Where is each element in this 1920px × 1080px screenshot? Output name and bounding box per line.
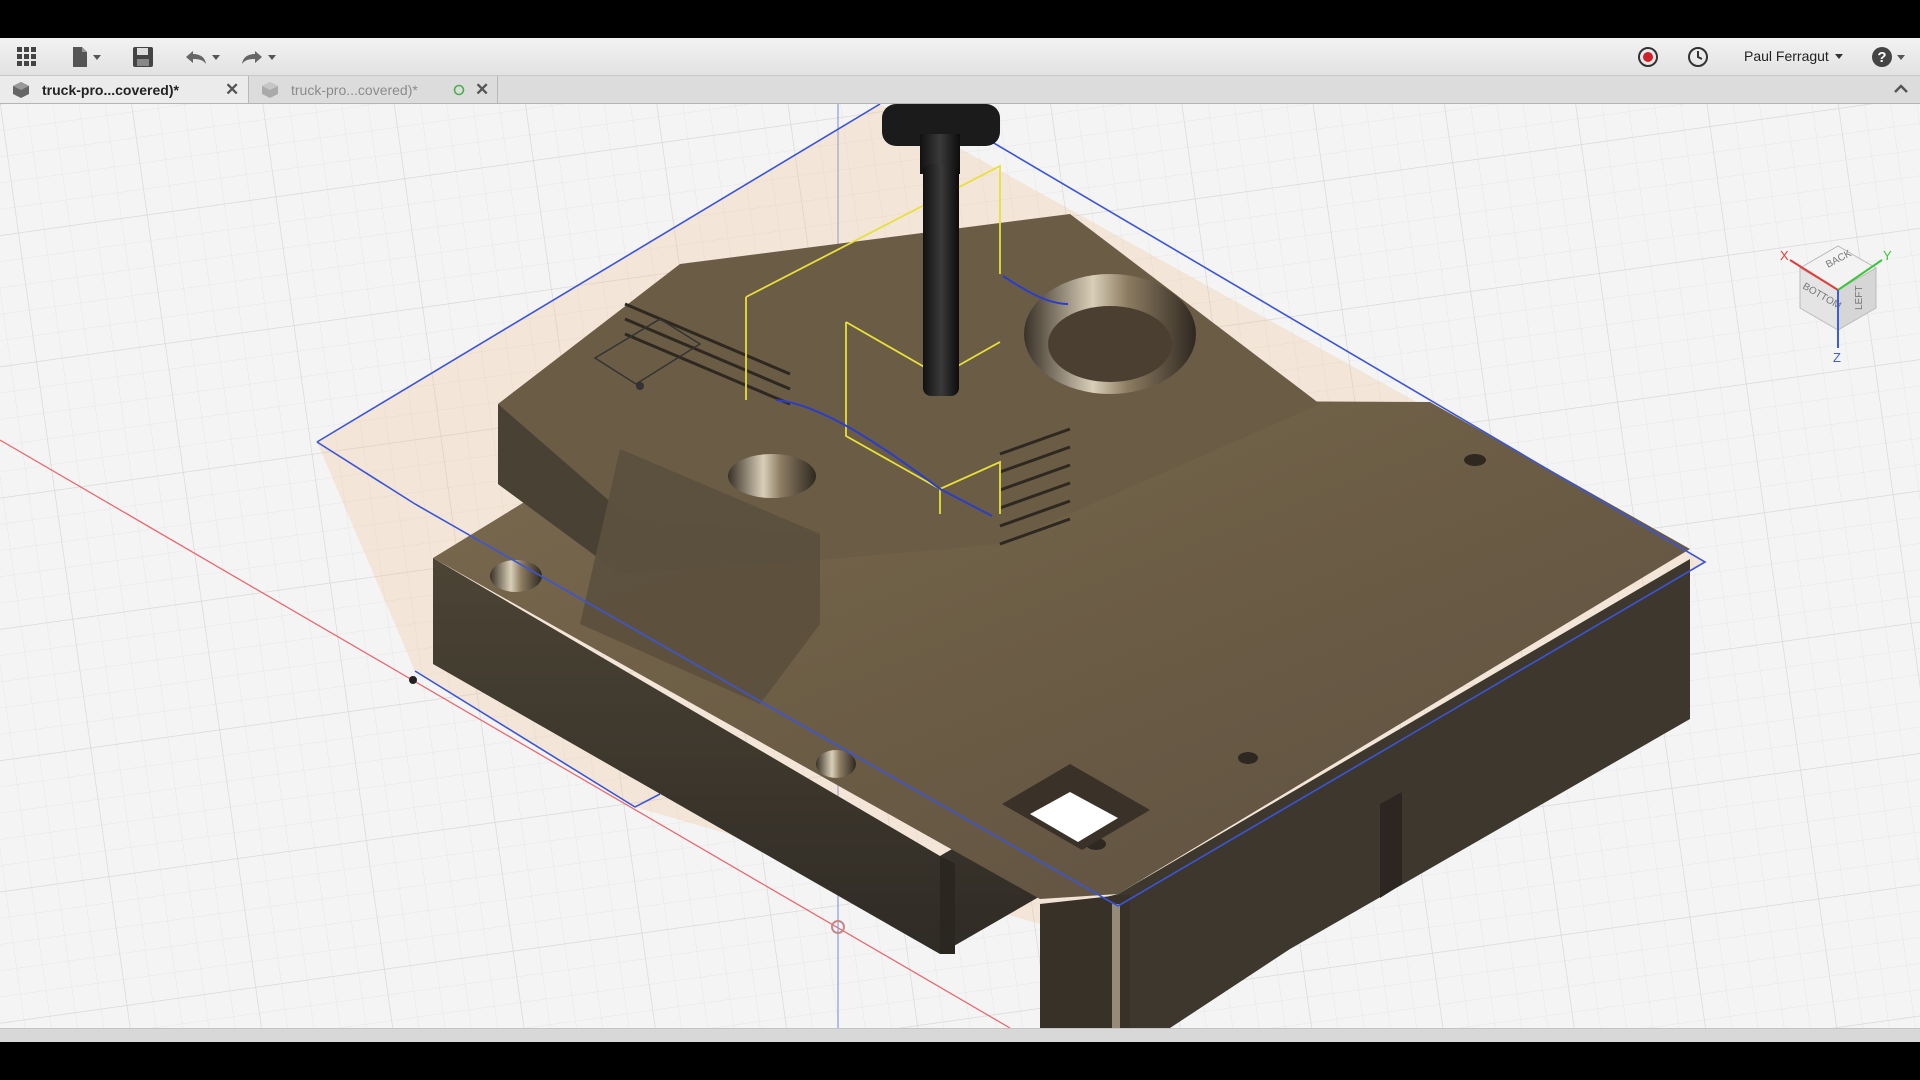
undo-icon [186,51,206,64]
help-button[interactable]: ? [1868,44,1908,70]
part-leg-highlight [1112,904,1120,1028]
document-tab[interactable]: truck-pro...covered)* ✕ [249,76,498,103]
part-hole [1464,454,1486,466]
close-icon[interactable]: ✕ [225,80,239,100]
grid-icon [17,47,36,66]
chevron-up-icon[interactable] [1892,80,1910,98]
job-status-button[interactable] [1686,44,1710,70]
file-menu-button[interactable] [66,44,106,70]
canvas-viewport[interactable]: BACK BOTTOM LEFT X Y Z [0,104,1920,1028]
document-tab-active[interactable]: truck-pro...covered)* ✕ [0,76,249,103]
part-leg [1380,792,1402,898]
part-hole [490,560,542,592]
save-button[interactable] [130,44,156,70]
document-tab-bar: truck-pro...covered)* ✕ truck-pro...cove… [0,76,1920,104]
letterbox-bottom [0,1042,1920,1080]
chevron-down-icon [1834,53,1843,59]
sync-status-icon [453,84,465,96]
clock-icon [1688,47,1708,67]
data-panel-button[interactable] [14,44,40,70]
part-hole [816,750,856,778]
viewcube[interactable]: BACK BOTTOM LEFT X Y Z [1770,238,1910,368]
redo-button[interactable] [236,44,280,70]
chevron-down-icon [212,54,220,60]
component-icon [262,81,278,98]
part-hole [728,454,816,498]
component-icon [13,81,29,98]
letterbox-top [0,0,1920,38]
part-bore-inner [1048,306,1172,382]
application-bar: Paul Ferragut ? [0,38,1920,76]
part-hole [1238,752,1258,764]
close-icon[interactable]: ✕ [475,80,489,100]
viewcube-label-left: LEFT [1854,286,1865,310]
user-account-menu[interactable]: Paul Ferragut [1744,48,1843,64]
user-name: Paul Ferragut [1744,48,1829,64]
chevron-down-icon [1897,54,1905,60]
help-icon: ? [1872,47,1892,67]
file-icon [73,47,87,67]
z-axis-label: Z [1833,350,1841,365]
status-strip [0,1028,1920,1043]
x-axis-label: X [1780,248,1789,263]
record-button[interactable] [1636,44,1660,70]
svg-text:?: ? [1877,49,1886,66]
undo-button[interactable] [180,44,224,70]
model-canvas[interactable] [0,104,1920,1028]
tab-label: truck-pro...covered)* [291,81,418,98]
save-icon [133,47,153,67]
redo-icon [242,51,262,64]
tool-endmill [923,164,959,396]
part-leg [940,856,955,954]
record-icon [1638,47,1658,67]
chevron-down-icon [93,54,101,60]
stock-corner-point [409,676,417,684]
chevron-down-icon [268,54,276,60]
tab-label: truck-pro...covered)* [42,81,179,98]
y-axis-label: Y [1883,248,1892,263]
